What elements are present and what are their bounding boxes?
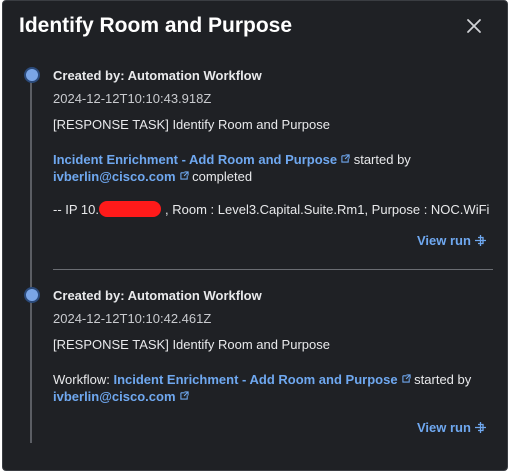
task-title: [RESPONSE TASK] Identify Room and Purpos…: [53, 337, 330, 352]
view-run-button[interactable]: View run: [417, 420, 487, 435]
user-line: ivberlin@cisco.com completed: [53, 169, 252, 184]
external-link-icon[interactable]: [179, 391, 189, 400]
external-link-icon[interactable]: [179, 171, 189, 180]
workflow-line: Incident Enrichment - Add Room and Purpo…: [53, 152, 411, 167]
created-by: Created by: Automation Workflow: [53, 68, 262, 83]
workflow-link[interactable]: Incident Enrichment - Add Room and Purpo…: [113, 372, 397, 387]
view-run-label: View run: [417, 233, 471, 248]
result-prefix: -- IP 10.: [53, 202, 100, 217]
result-line: -- IP 10. , Room : Level3.Capital.Suite.R…: [53, 201, 489, 217]
task-title: [RESPONSE TASK] Identify Room and Purpos…: [53, 117, 330, 132]
workflow-label: Workflow:: [53, 372, 110, 387]
external-link-icon[interactable]: [341, 154, 350, 163]
timeline-dot: [24, 287, 40, 303]
external-link-icon[interactable]: [401, 374, 411, 383]
timestamp: 2024-12-12T10:10:42.461Z: [53, 311, 212, 326]
close-icon[interactable]: [465, 17, 483, 35]
workflow-link[interactable]: Incident Enrichment - Add Room and Purpo…: [53, 152, 337, 167]
user-link[interactable]: ivberlin@cisco.com: [53, 169, 176, 184]
panel-title: Identify Room and Purpose: [19, 14, 293, 37]
status-text: completed: [192, 169, 253, 184]
created-by: Created by: Automation Workflow: [53, 288, 262, 303]
redaction-mark: [99, 201, 162, 217]
started-by-text: started by: [414, 372, 472, 387]
timestamp: 2024-12-12T10:10:43.918Z: [53, 91, 212, 106]
view-run-button[interactable]: View run: [417, 233, 487, 248]
timeline-rail: [30, 81, 32, 443]
timeline-dot: [24, 67, 40, 83]
view-run-icon: [474, 235, 486, 246]
entry-divider: [53, 269, 493, 270]
user-link[interactable]: ivberlin@cisco.com: [53, 389, 176, 404]
workflow-line: Workflow: Incident Enrichment - Add Room…: [53, 372, 471, 387]
view-run-icon: [474, 422, 486, 433]
started-by-text: started by: [353, 152, 411, 167]
result-suffix: , Room : Level3.Capital.Suite.Rm1, Purpo…: [165, 202, 490, 217]
view-run-label: View run: [417, 420, 471, 435]
activity-panel: Identify Room and Purpose Created by: Au…: [2, 0, 508, 471]
user-line: ivberlin@cisco.com: [53, 389, 189, 404]
